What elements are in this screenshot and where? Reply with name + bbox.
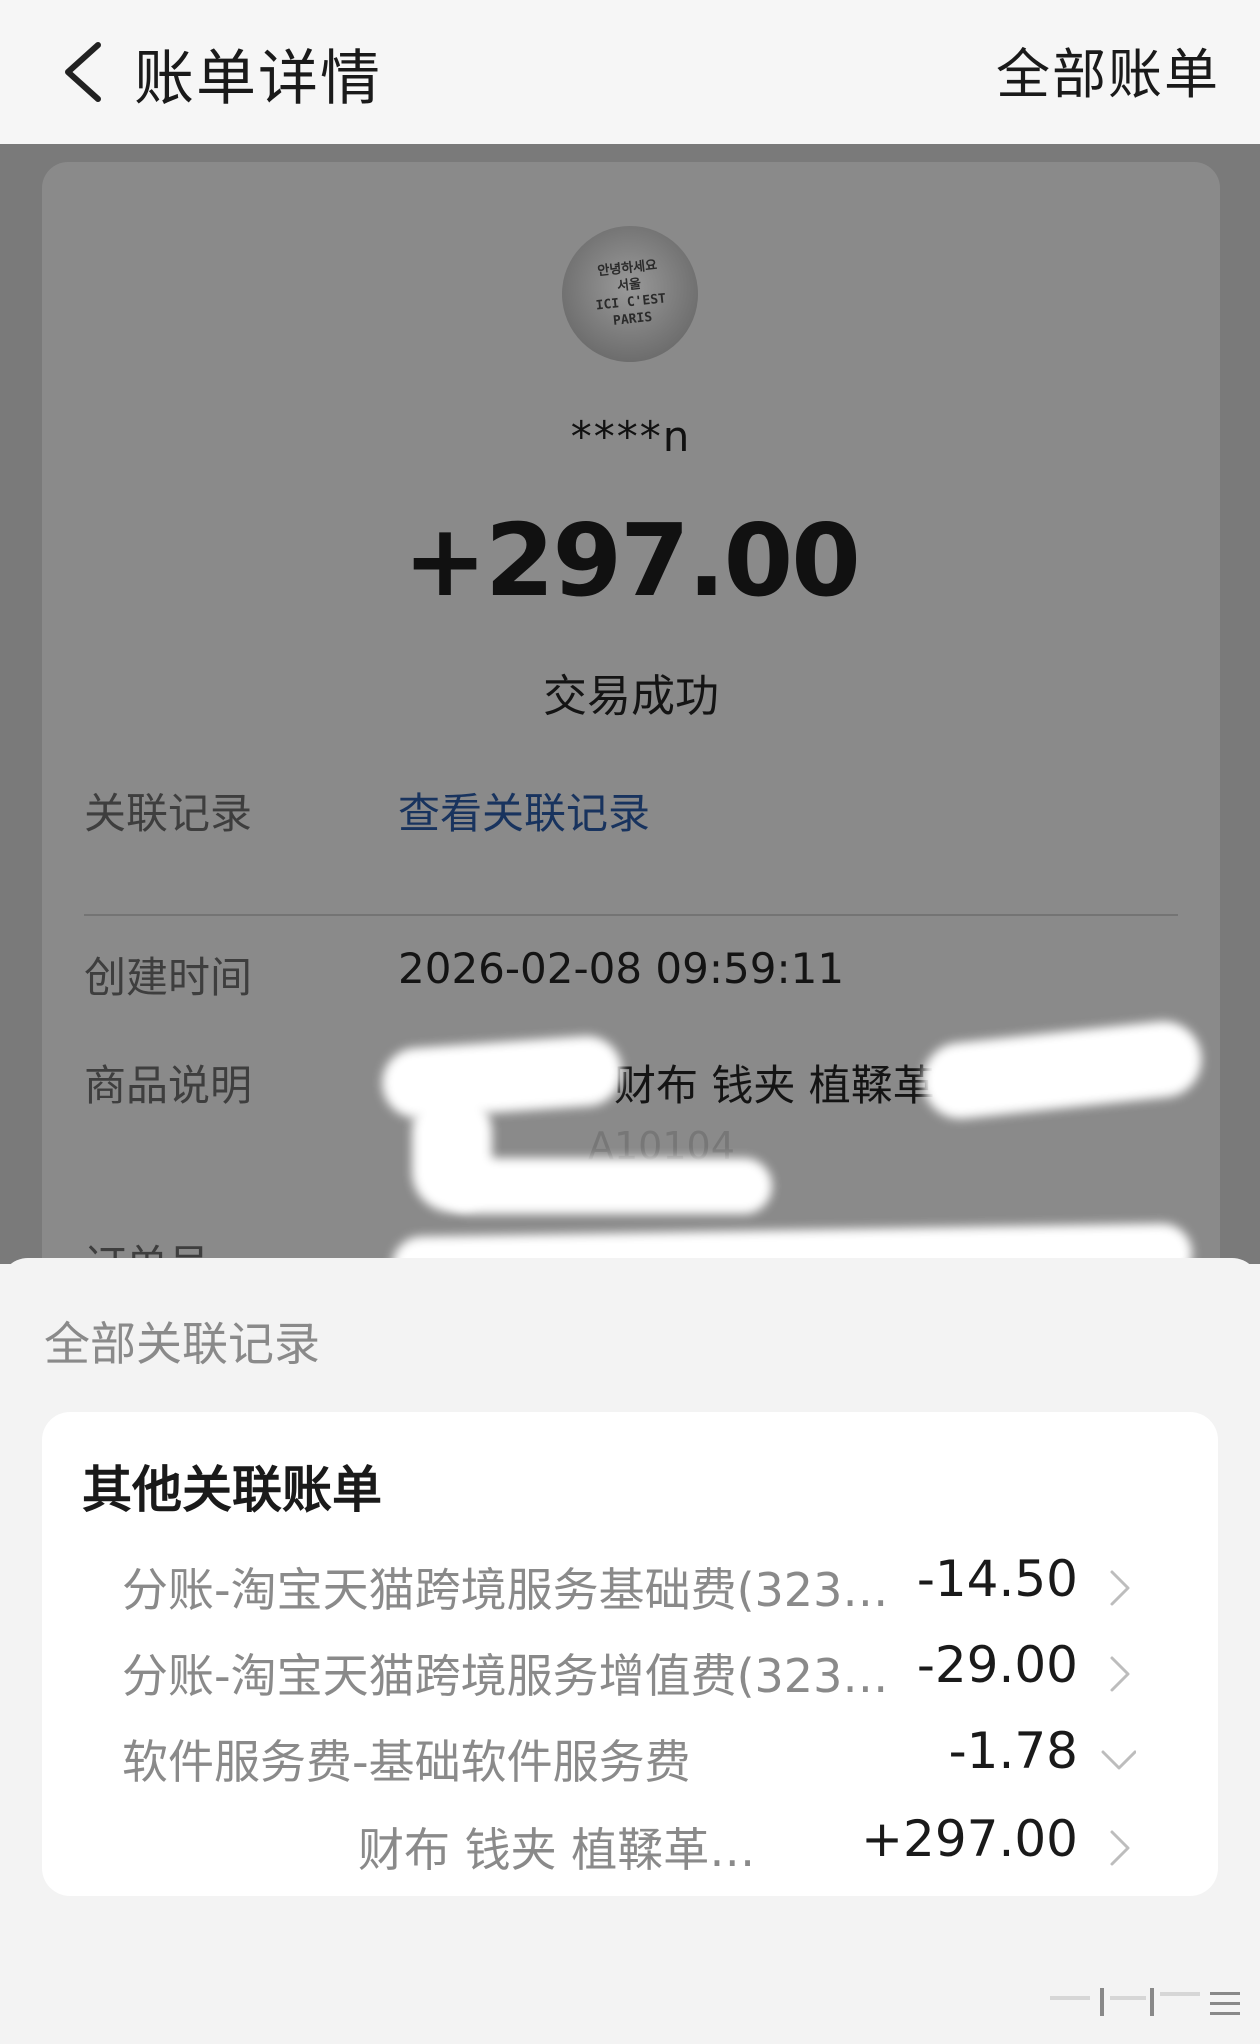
back-button[interactable] — [38, 22, 128, 122]
divider — [84, 914, 1178, 916]
related-bills-card: 其他关联账单 分账-淘宝天猫跨境服务基础费(323… -14.50 分账-淘宝天… — [42, 1412, 1218, 1896]
list-item[interactable]: 分账-淘宝天猫跨境服务基础费(323… -14.50 — [42, 1544, 1218, 1630]
avatar-text-line: PARIS — [612, 309, 653, 329]
transaction-status: 交易成功 — [543, 671, 719, 722]
list-item[interactable]: 财布 钱夹 植鞣革… +297.00 — [42, 1804, 1218, 1890]
item-amount: -1.78 — [948, 1722, 1078, 1780]
transaction-amount: +297.00 — [403, 502, 861, 619]
top-bar: 账单详情 全部账单 — [0, 0, 1260, 144]
counterparty-name: ****n — [570, 412, 692, 461]
list-item[interactable]: 软件服务费-基础软件服务费 -1.78 — [42, 1716, 1218, 1802]
redaction-mark — [379, 1033, 625, 1121]
created-time-label: 创建时间 — [84, 953, 253, 1002]
product-desc-value: 财布 钱夹 植鞣革 — [614, 1061, 935, 1110]
related-records-label: 关联记录 — [84, 789, 253, 838]
chevron-right-icon — [1110, 1656, 1130, 1692]
transaction-card: 안녕하세요 서울 ICI C'EST PARIS ****n +297.00 交… — [42, 162, 1220, 1362]
created-time-value: 2026-02-08 09:59:11 — [398, 944, 845, 993]
chevron-right-icon — [1110, 1830, 1130, 1866]
avatar[interactable]: 안녕하세요 서울 ICI C'EST PARIS — [555, 219, 705, 369]
detail-page-overlay: 안녕하세요 서울 ICI C'EST PARIS ****n +297.00 交… — [0, 144, 1260, 1362]
related-bills-heading: 其他关联账单 — [82, 1461, 382, 1519]
redaction-mark — [918, 1017, 1206, 1123]
chevron-left-icon — [65, 42, 101, 102]
item-name: 分账-淘宝天猫跨境服务增值费(323… — [122, 1649, 889, 1703]
sheet-title: 全部关联记录 — [44, 1317, 320, 1371]
list-item[interactable]: 分账-淘宝天猫跨境服务增值费(323… -29.00 — [42, 1630, 1218, 1716]
item-amount: -29.00 — [916, 1636, 1078, 1694]
item-name: 软件服务费-基础软件服务费 — [122, 1735, 691, 1789]
item-amount: +297.00 — [861, 1810, 1078, 1868]
redaction-mark — [162, 1818, 342, 1872]
watermark-marks — [1050, 1988, 1240, 2016]
item-name: 分账-淘宝天猫跨境服务基础费(323… — [122, 1563, 889, 1617]
item-name: 财布 钱夹 植鞣革… — [358, 1823, 756, 1877]
related-records-sheet: 全部关联记录 其他关联账单 分账-淘宝天猫跨境服务基础费(323… -14.50… — [0, 1258, 1260, 2044]
item-amount: -14.50 — [916, 1550, 1078, 1608]
page-title: 账单详情 — [134, 44, 382, 114]
chevron-right-icon — [1110, 1570, 1130, 1606]
all-bills-button[interactable]: 全部账单 — [996, 30, 1220, 109]
chevron-down-icon — [1101, 1750, 1136, 1770]
product-desc-label: 商品说明 — [84, 1061, 253, 1110]
redaction-mark — [442, 1158, 772, 1214]
view-related-records-link[interactable]: 查看关联记录 — [398, 780, 650, 841]
